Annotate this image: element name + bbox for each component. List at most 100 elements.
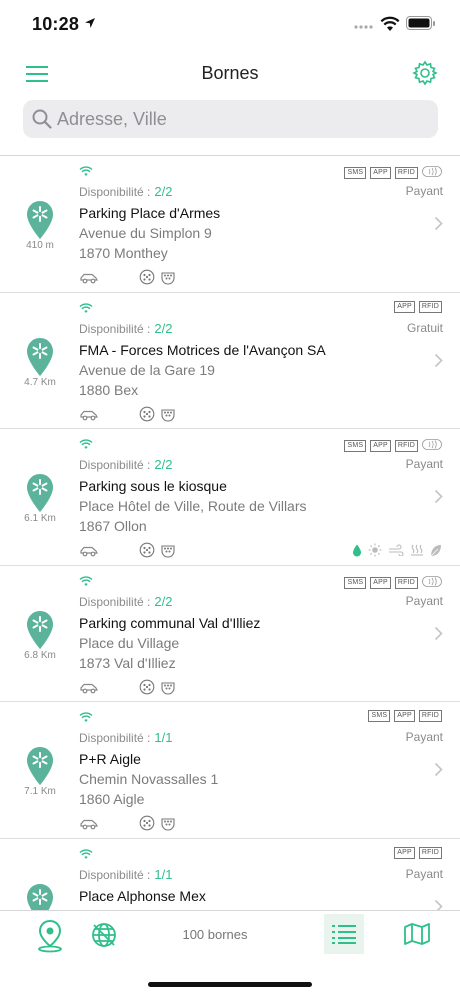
- stations-count: 100 bornes: [182, 927, 248, 942]
- station-pin-icon: [26, 473, 54, 513]
- car-icon: [79, 408, 99, 426]
- tag-badge: RFID: [418, 846, 442, 859]
- price-label: Payant: [405, 593, 443, 608]
- car-icon: [79, 544, 99, 562]
- station-name: P+R Aigle: [79, 751, 141, 767]
- tag-badge: RFID: [394, 440, 418, 452]
- station-street: Place du Village: [79, 634, 180, 651]
- status-bar: 10:28: [0, 0, 460, 50]
- chevron-right-icon: [434, 626, 443, 646]
- availability: Disponibilité :2/2: [79, 184, 172, 199]
- distance-label: 7.1 Km: [24, 786, 56, 797]
- payment-tags: SMS APP RFID: [344, 164, 442, 182]
- connectivity-icon: [79, 437, 93, 455]
- tag-badge: RFID: [418, 300, 442, 313]
- availability-label: Disponibilité :: [79, 321, 151, 336]
- station-city: 1860 Aigle: [79, 791, 145, 807]
- station-pin-icon: [26, 883, 54, 910]
- gear-icon[interactable]: [412, 60, 438, 86]
- connectivity-icon: [79, 574, 93, 592]
- type2-plug-icon: [139, 406, 155, 427]
- tag-badge: RFID: [394, 576, 418, 589]
- payment-tags: APP RFID: [394, 300, 442, 313]
- search-icon: [32, 109, 52, 129]
- type2-plug-icon: [139, 679, 155, 700]
- station-row[interactable]: 6.8 Km SMS APP RFID Disponibilité :2/2 Pay…: [0, 566, 460, 702]
- type2-plug-icon: [139, 542, 155, 563]
- car-icon: [79, 681, 99, 699]
- list-icon: [332, 925, 356, 944]
- search-input[interactable]: [57, 108, 427, 130]
- contactless-icon: [422, 574, 442, 592]
- station-name: Parking sous le kiosque: [79, 478, 227, 494]
- amenities: [352, 543, 442, 557]
- water-drop-icon: [353, 544, 361, 556]
- availability-label: Disponibilité :: [79, 185, 151, 199]
- station-row[interactable]: 410 m SMS APP RFID Disponibilité :2/2 Paya…: [0, 156, 460, 293]
- station-city: 1873 Val d'Illiez: [79, 654, 176, 671]
- map-view-icon[interactable]: [403, 922, 431, 946]
- payment-tags: SMS APP RFID: [344, 574, 442, 592]
- availability-label: Disponibilité :: [79, 458, 151, 472]
- station-street: Avenue de la Gare 19: [79, 361, 215, 378]
- station-row[interactable]: 6.1 Km SMS APP RFID Disponibilité :2/2 Pay…: [0, 429, 460, 566]
- combo-plug-icon: [160, 406, 176, 427]
- station-street: Avenue du Simplon 9: [79, 225, 212, 241]
- availability-value: 2/2: [154, 320, 173, 336]
- combo-plug-icon: [160, 269, 176, 290]
- nav-bar: Bornes: [0, 54, 460, 94]
- status-time: 10:28: [32, 14, 80, 34]
- chevron-right-icon: [434, 353, 443, 373]
- wifi-icon: [380, 16, 400, 31]
- home-indicator[interactable]: [148, 982, 312, 987]
- contactless-icon: [422, 164, 442, 182]
- connectivity-icon: [79, 847, 93, 865]
- station-city: 1867 Ollon: [79, 518, 147, 534]
- tag-badge: APP: [394, 300, 415, 313]
- availability-label: Disponibilité :: [79, 594, 151, 609]
- availability: Disponibilité :2/2: [79, 321, 172, 336]
- availability: Disponibilité :2/2: [79, 457, 172, 472]
- tag-badge: SMS: [344, 167, 367, 179]
- payment-tags: SMS APP RFID: [368, 710, 442, 722]
- sun-icon: [368, 543, 382, 557]
- type2-plug-icon: [139, 815, 155, 836]
- combo-plug-icon: [160, 542, 176, 563]
- availability-value: 2/2: [154, 457, 173, 472]
- station-city: 1880 Bex: [79, 381, 139, 398]
- heat-icon: [411, 544, 423, 556]
- station-pin-icon: [26, 746, 54, 786]
- connectivity-icon: [79, 301, 93, 319]
- distance-label: 6.1 Km: [24, 513, 56, 524]
- chevron-right-icon: [434, 489, 443, 509]
- globe-off-icon[interactable]: [90, 921, 118, 949]
- location-pin-button[interactable]: [36, 919, 64, 953]
- station-row[interactable]: APP RFID Disponibilité :1/1 Payant Place …: [0, 839, 460, 910]
- availability-label: Disponibilité :: [79, 867, 151, 882]
- station-row[interactable]: 4.7 Km APP RFID Disponibilité :2/2 Gratui…: [0, 293, 460, 429]
- station-name: FMA - Forces Motrices de l'Avançon SA: [79, 341, 326, 358]
- contactless-icon: [422, 437, 442, 455]
- tag-badge: RFID: [418, 710, 442, 722]
- availability: Disponibilité :1/1: [79, 867, 172, 882]
- station-street: Chemin Novassalles 1: [79, 771, 219, 787]
- chevron-right-icon: [434, 899, 443, 910]
- station-pin-icon: [26, 200, 54, 240]
- station-list: 410 m SMS APP RFID Disponibilité :2/2 Paya…: [0, 155, 460, 910]
- battery-icon: [406, 16, 435, 30]
- distance-label: 6.8 Km: [24, 649, 56, 661]
- leaf-icon: [430, 544, 441, 556]
- price-label: Payant: [405, 866, 443, 881]
- payment-tags: SMS APP RFID: [344, 437, 442, 455]
- price-label: Payant: [405, 457, 443, 471]
- station-pin-icon: [26, 337, 54, 377]
- combo-plug-icon: [160, 679, 176, 700]
- station-row[interactable]: 7.1 Km SMS APP RFID Disponibilité :1/1 Pay…: [0, 702, 460, 839]
- tag-badge: APP: [370, 440, 391, 452]
- tag-badge: APP: [370, 167, 391, 179]
- list-view-button[interactable]: [324, 914, 364, 954]
- distance-label: 410 m: [26, 240, 54, 251]
- tag-badge: APP: [394, 710, 415, 722]
- combo-plug-icon: [160, 815, 176, 836]
- station-pin-icon: [26, 610, 54, 650]
